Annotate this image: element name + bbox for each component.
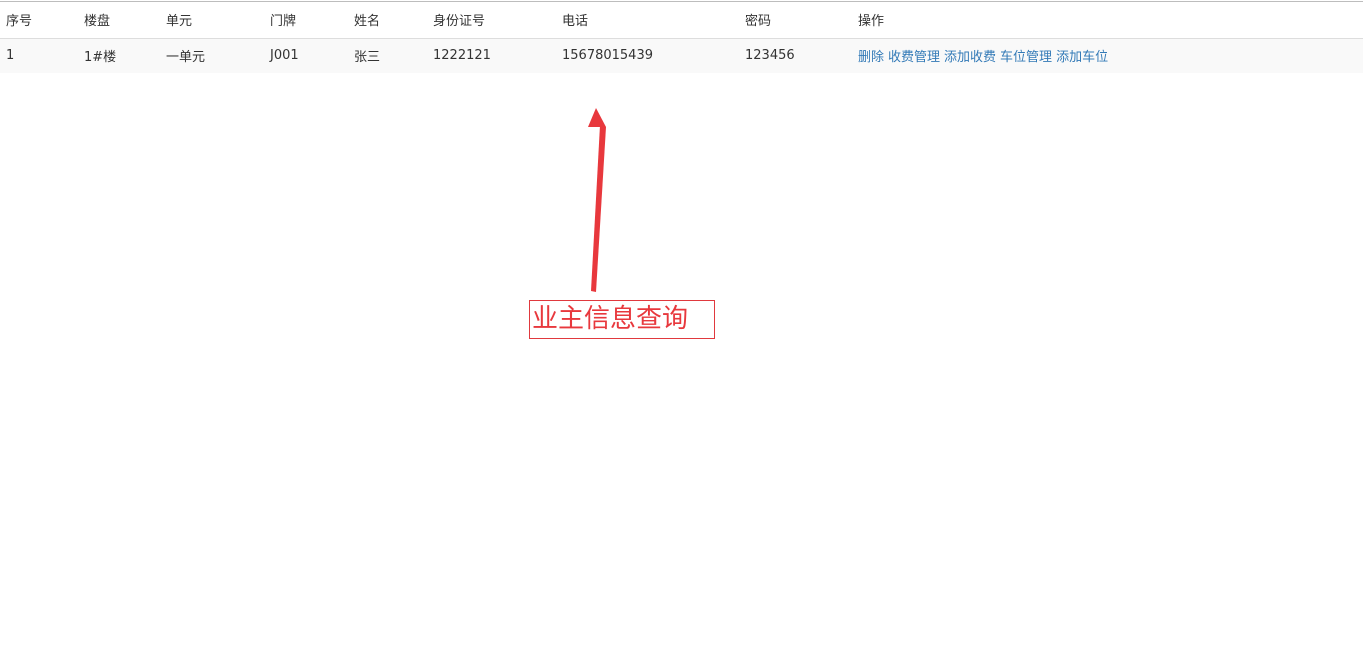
page: 序号 楼盘 单元 门牌 姓名 身份证号 电话 密码 操作 1 1#楼 一单元 J… — [0, 0, 1363, 658]
annotation-label: 业主信息查询 — [529, 300, 715, 339]
